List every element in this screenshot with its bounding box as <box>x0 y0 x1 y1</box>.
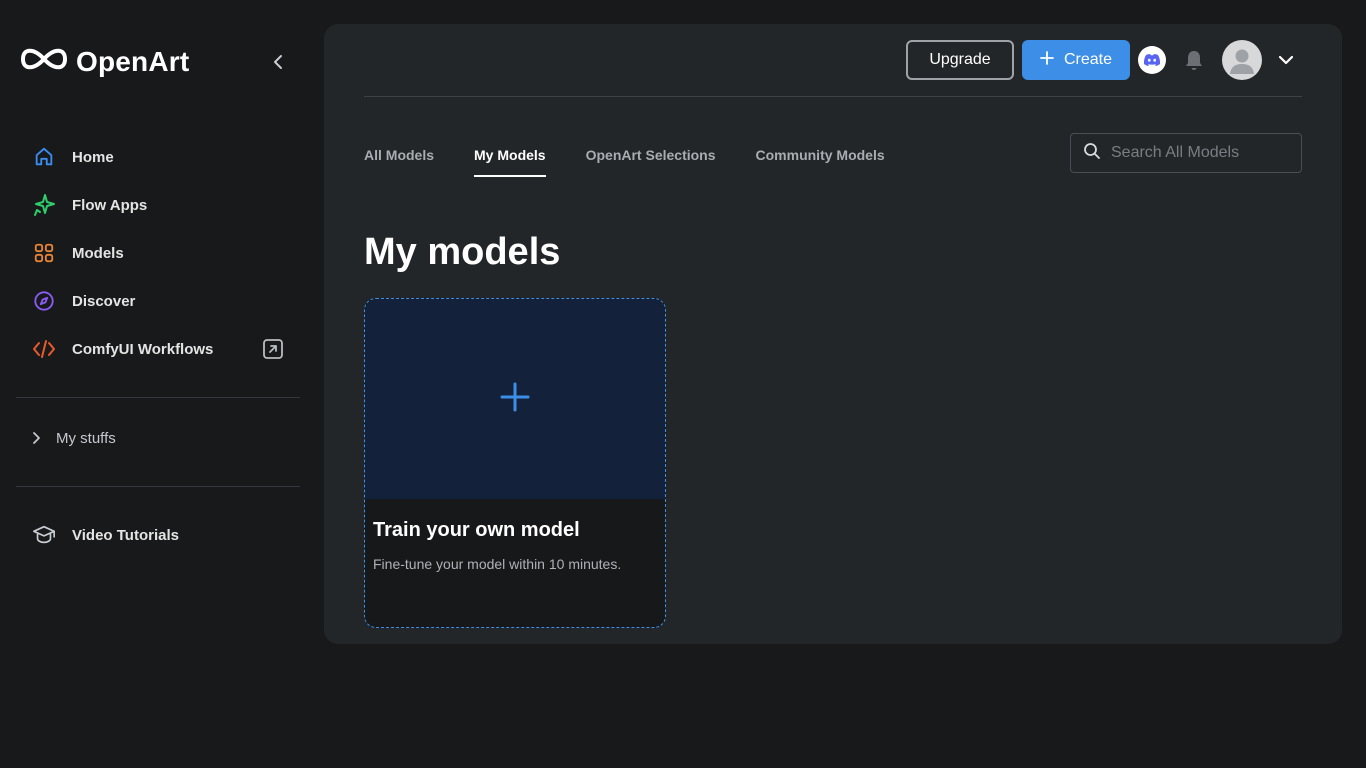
chevron-left-icon <box>274 55 282 69</box>
sidebar-item-label: Models <box>72 244 124 262</box>
brand-name: OpenArt <box>76 45 190 77</box>
sidebar-item-label: ComfyUI Workflows <box>72 340 214 358</box>
plus-icon <box>500 382 530 417</box>
code-icon <box>32 337 56 361</box>
model-tabs: All Models My Models OpenArt Selections … <box>364 133 925 177</box>
notifications-button[interactable] <box>1182 48 1206 72</box>
home-icon <box>32 145 56 169</box>
main-panel: Upgrade Create All Models My Models Open… <box>324 24 1342 644</box>
chevron-right-icon <box>33 432 40 444</box>
avatar[interactable] <box>1222 40 1262 80</box>
discord-button[interactable] <box>1138 46 1166 74</box>
sidebar-item-home[interactable]: Home <box>16 133 300 181</box>
my-stuffs-toggle[interactable]: My stuffs <box>32 424 116 452</box>
train-card-title: Train your own model <box>373 519 580 541</box>
sidebar-item-discover[interactable]: Discover <box>16 277 300 325</box>
sparkle-icon <box>32 193 56 217</box>
sidebar-item-flow-apps[interactable]: Flow Apps <box>16 181 300 229</box>
search-box <box>1070 133 1302 173</box>
sidebar-tutorials: Video Tutorials <box>16 511 300 559</box>
create-button-label: Create <box>1063 51 1113 68</box>
plus-icon <box>1040 50 1054 70</box>
external-link-icon <box>262 338 284 360</box>
sidebar-divider <box>16 397 300 398</box>
account-menu-button[interactable] <box>1274 48 1298 72</box>
tab-community-models[interactable]: Community Models <box>756 133 885 177</box>
create-button[interactable]: Create <box>1022 40 1130 80</box>
sidebar-nav: Home Flow Apps Models Discover ComfyUI W… <box>16 133 300 373</box>
sidebar-item-label: Flow Apps <box>72 196 148 214</box>
graduation-cap-icon <box>32 523 56 547</box>
upgrade-button[interactable]: Upgrade <box>906 40 1014 80</box>
tab-all-models[interactable]: All Models <box>364 133 434 177</box>
grid-icon <box>32 241 56 265</box>
openart-logo-icon <box>20 44 68 79</box>
top-bar: Upgrade Create <box>364 24 1302 97</box>
tab-openart-selections[interactable]: OpenArt Selections <box>586 133 716 177</box>
sidebar: OpenArt Home Flow Apps Models Discover C… <box>0 0 316 768</box>
sidebar-item-comfyui-workflows[interactable]: ComfyUI Workflows <box>16 325 300 373</box>
sidebar-item-label: Home <box>72 148 114 166</box>
sidebar-item-label: Discover <box>72 292 136 310</box>
logo[interactable]: OpenArt <box>20 44 189 79</box>
train-card-description: Fine-tune your model within 10 minutes. <box>373 556 622 572</box>
search-icon <box>1083 142 1101 165</box>
train-model-card[interactable]: Train your own model Fine-tune your mode… <box>364 298 666 628</box>
page-title: My models <box>364 231 561 273</box>
sidebar-item-video-tutorials[interactable]: Video Tutorials <box>16 511 300 559</box>
compass-icon <box>32 289 56 313</box>
sidebar-item-label: Video Tutorials <box>72 526 179 544</box>
my-stuffs-label: My stuffs <box>56 429 116 447</box>
discord-icon <box>1143 54 1161 66</box>
chevron-down-icon <box>1278 55 1294 65</box>
collapse-sidebar-button[interactable] <box>266 50 290 74</box>
app-root: OpenArt Home Flow Apps Models Discover C… <box>0 0 1366 768</box>
sidebar-divider <box>16 486 300 487</box>
user-icon <box>1230 49 1254 74</box>
sidebar-item-models[interactable]: Models <box>16 229 300 277</box>
bell-icon <box>1186 51 1202 70</box>
search-input[interactable] <box>1111 144 1291 162</box>
tab-my-models[interactable]: My Models <box>474 133 546 177</box>
train-card-banner <box>365 299 665 499</box>
